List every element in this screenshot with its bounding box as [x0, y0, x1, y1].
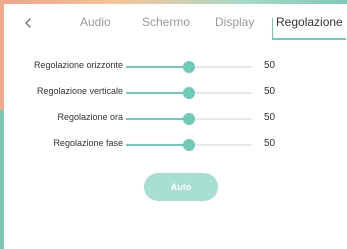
- slider-fill: [126, 144, 189, 146]
- window-frame-left-top: [0, 0, 4, 110]
- active-tab-underline: [272, 38, 346, 40]
- setting-label: Regolazione fase: [53, 138, 123, 148]
- chevron-left-icon[interactable]: [20, 14, 36, 32]
- tab-schermo[interactable]: Schermo: [142, 15, 190, 29]
- phase-adjust-slider[interactable]: [126, 139, 252, 151]
- setting-label: Regolazione verticale: [36, 86, 123, 96]
- tab-audio[interactable]: Audio: [80, 15, 111, 29]
- setting-row-fase: Regolazione fase 50: [6, 135, 347, 155]
- setting-row-orizzonte: Regolazione orizzonte 50: [6, 57, 347, 77]
- setting-value: 50: [264, 60, 276, 71]
- slider-thumb[interactable]: [183, 139, 195, 151]
- slider-thumb[interactable]: [183, 61, 195, 73]
- horizontal-adjust-slider[interactable]: [126, 61, 252, 73]
- window-frame-left-bottom: [0, 110, 4, 249]
- slider-fill: [126, 118, 189, 120]
- slider-thumb[interactable]: [183, 87, 195, 99]
- setting-value: 50: [264, 86, 276, 97]
- slider-fill: [126, 92, 189, 94]
- active-tab-border: [272, 18, 273, 40]
- setting-row-ora: Regolazione ora 50: [6, 109, 347, 129]
- tab-regolazione[interactable]: Regolazione: [276, 15, 343, 29]
- slider-thumb[interactable]: [183, 113, 195, 125]
- tab-bar: Audio Schermo Display Regolazione: [6, 4, 347, 42]
- setting-value: 50: [264, 138, 276, 149]
- tab-display[interactable]: Display: [215, 15, 254, 29]
- auto-button[interactable]: Auto: [144, 173, 218, 201]
- setting-value: 50: [264, 112, 276, 123]
- settings-panel: Audio Schermo Display Regolazione Regola…: [6, 4, 347, 249]
- setting-row-verticale: Regolazione verticale 50: [6, 83, 347, 103]
- setting-label: Regolazione ora: [57, 112, 123, 122]
- vertical-adjust-slider[interactable]: [126, 87, 252, 99]
- clock-adjust-slider[interactable]: [126, 113, 252, 125]
- setting-label: Regolazione orizzonte: [33, 60, 123, 70]
- slider-fill: [126, 66, 189, 68]
